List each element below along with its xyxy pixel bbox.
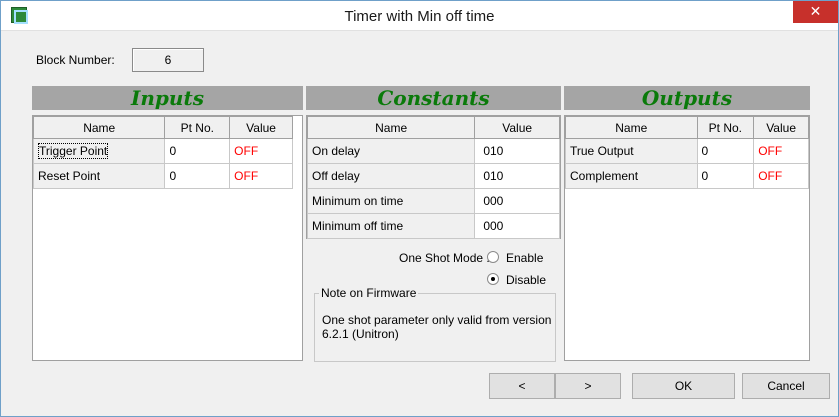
constants-header-name: Name xyxy=(306,116,476,139)
inputs-header-name: Name xyxy=(32,116,166,139)
close-button[interactable]: ✕ xyxy=(793,1,838,23)
table-row[interactable]: Complement 0 OFF xyxy=(565,163,809,189)
table-row[interactable]: Reset Point 0 OFF xyxy=(32,163,293,189)
table-row[interactable]: Trigger Point 0 OFF xyxy=(32,138,293,164)
input-value-cell[interactable]: OFF xyxy=(229,138,293,164)
outputs-header-pt: Pt No. xyxy=(696,116,755,139)
outputs-header-name: Name xyxy=(565,116,698,139)
outputs-header-value: Value xyxy=(753,116,809,139)
block-number-label: Block Number: xyxy=(36,53,115,67)
constants-table: Name Value On delay 010 Off delay 010 Mi… xyxy=(306,116,560,239)
title-bar: Timer with Min off time ✕ xyxy=(1,1,838,31)
table-row[interactable]: Minimum off time 000 xyxy=(306,213,560,239)
constant-value-cell[interactable]: 010 xyxy=(474,163,560,189)
disable-radio[interactable] xyxy=(487,273,499,285)
one-shot-mode-label: One Shot Mode : xyxy=(399,251,490,265)
table-row[interactable]: True Output 0 OFF xyxy=(565,138,809,164)
constant-name-cell: On delay xyxy=(306,138,476,164)
output-name-cell[interactable]: Complement xyxy=(565,163,698,189)
inputs-header-pt: Pt No. xyxy=(164,116,231,139)
outputs-table: Name Pt No. Value True Output 0 OFF Comp… xyxy=(565,116,809,189)
table-row[interactable]: Minimum on time 000 xyxy=(306,188,560,214)
inputs-header-value: Value xyxy=(229,116,293,139)
next-button[interactable]: > xyxy=(555,373,621,399)
constant-name-cell: Off delay xyxy=(306,163,476,189)
inputs-table: Name Pt No. Value Trigger Point 0 OFF Re… xyxy=(32,116,293,189)
constant-name-cell: Minimum on time xyxy=(306,188,476,214)
input-pt-cell[interactable]: 0 xyxy=(164,138,231,164)
constants-title: Constants xyxy=(377,86,490,110)
block-number-field: 6 xyxy=(132,48,204,72)
output-pt-cell[interactable]: 0 xyxy=(696,163,755,189)
input-name-cell[interactable]: Trigger Point xyxy=(32,138,166,164)
output-value-cell[interactable]: OFF xyxy=(753,138,809,164)
output-pt-cell[interactable]: 0 xyxy=(696,138,755,164)
constants-panel: Name Value On delay 010 Off delay 010 Mi… xyxy=(306,115,561,239)
constant-value-cell[interactable]: 010 xyxy=(474,138,560,164)
input-name-cell[interactable]: Reset Point xyxy=(32,163,166,189)
outputs-title: Outputs xyxy=(641,86,733,110)
inputs-panel: Name Pt No. Value Trigger Point 0 OFF Re… xyxy=(32,115,303,361)
firmware-note-title: Note on Firmware xyxy=(319,286,419,300)
timer-dialog: Timer with Min off time ✕ Block Number: … xyxy=(0,0,839,417)
enable-radio[interactable] xyxy=(487,251,499,263)
input-value-cell[interactable]: OFF xyxy=(229,163,293,189)
constant-name-cell: Minimum off time xyxy=(306,213,476,239)
table-row[interactable]: Off delay 010 xyxy=(306,163,560,189)
constant-value-cell[interactable]: 000 xyxy=(474,213,560,239)
input-pt-cell[interactable]: 0 xyxy=(164,163,231,189)
constants-header-value: Value xyxy=(474,116,560,139)
constant-value-cell[interactable]: 000 xyxy=(474,188,560,214)
disable-radio-label[interactable]: Disable xyxy=(506,273,546,287)
input-name: Trigger Point xyxy=(38,143,109,159)
inputs-title: Inputs xyxy=(131,86,204,110)
outputs-panel: Name Pt No. Value True Output 0 OFF Comp… xyxy=(564,115,810,361)
table-row[interactable]: On delay 010 xyxy=(306,138,560,164)
ok-button[interactable]: OK xyxy=(632,373,735,399)
firmware-note-text: One shot parameter only valid from versi… xyxy=(322,313,552,341)
enable-radio-label[interactable]: Enable xyxy=(506,251,543,265)
cancel-button[interactable]: Cancel xyxy=(742,373,830,399)
output-name-cell[interactable]: True Output xyxy=(565,138,698,164)
previous-button[interactable]: < xyxy=(489,373,555,399)
window-title: Timer with Min off time xyxy=(344,8,495,25)
output-value-cell[interactable]: OFF xyxy=(753,163,809,189)
